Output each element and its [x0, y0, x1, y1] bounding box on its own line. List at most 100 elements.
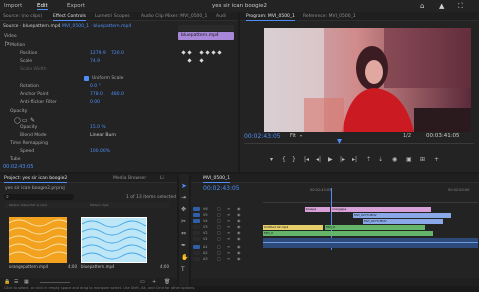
razor-tool-icon[interactable]: ✂: [181, 218, 186, 225]
keyframe-diamond[interactable]: [187, 50, 192, 55]
track-header-a1[interactable]: A1 ▢ ≡ ◉: [191, 244, 261, 250]
track-header-a2[interactable]: A2 ▢ ≡ ◉: [191, 250, 261, 256]
tab-source[interactable]: Source: (no clips): [3, 14, 42, 19]
zoom-slider[interactable]: [40, 282, 70, 283]
new-item-icon[interactable]: +: [152, 279, 156, 285]
clip-mvi0-v2[interactable]: MVI_0: [325, 225, 425, 230]
clip-mvi0273-v4[interactable]: MVI_0273.MOV: [353, 213, 451, 218]
new-bin-icon[interactable]: ▭: [140, 279, 145, 285]
lock-icon[interactable]: ▢: [217, 206, 221, 211]
track-header-a3[interactable]: A3 ▢ ≡ ◉: [191, 256, 261, 262]
notifications-icon[interactable]: ▲: [439, 2, 444, 10]
eye-icon[interactable]: ◉: [237, 212, 241, 217]
clip-bar[interactable]: bluepattern.mp4: [178, 32, 234, 40]
track-select-tool-icon[interactable]: ⇥: [181, 194, 186, 201]
go-to-in-icon[interactable]: |◂: [304, 156, 309, 163]
clip-bluepattern[interactable]: bluepa: [305, 207, 330, 212]
comparison-view-icon[interactable]: ▣: [406, 156, 412, 163]
eye-icon[interactable]: ◉: [237, 218, 241, 223]
ripple-edit-tool-icon[interactable]: ✥: [181, 206, 186, 213]
keyframe-diamond[interactable]: [199, 50, 204, 55]
effect-controls-timecode[interactable]: 00:02:43:05: [3, 164, 34, 170]
sync-icon[interactable]: ≡: [227, 250, 230, 255]
home-icon[interactable]: ⌂: [420, 2, 424, 10]
track-target-icon[interactable]: [193, 257, 200, 261]
eye-icon[interactable]: ◉: [237, 206, 241, 211]
tab-reference[interactable]: Reference: MVI_0500_1: [303, 14, 356, 19]
clip-header[interactable]: Source · bluepattern.mp4: [3, 24, 61, 29]
step-forward-icon[interactable]: |▸: [340, 156, 345, 163]
project-search-input[interactable]: [4, 194, 74, 200]
track-target-icon[interactable]: [193, 251, 200, 255]
opacity-value[interactable]: 15.0 %: [90, 125, 106, 130]
icon-view-icon[interactable]: ▦: [24, 279, 29, 285]
fit-dropdown[interactable]: Fit: [290, 133, 296, 139]
eye-icon[interactable]: ◉: [237, 250, 241, 255]
play-icon[interactable]: ▶: [328, 156, 333, 163]
track-target-icon[interactable]: [193, 207, 200, 211]
track-target-icon[interactable]: [193, 231, 200, 235]
extract-icon[interactable]: ⇣: [378, 156, 383, 163]
marker-icon[interactable]: ▾: [270, 156, 273, 163]
track-header-v5[interactable]: V5 ▢ ≡ ◉: [191, 212, 261, 218]
track-header-v6[interactable]: V6 ▢ ≡ ◉: [191, 206, 261, 212]
position-y-value[interactable]: 720.0: [111, 51, 124, 56]
lock-icon[interactable]: ▢: [217, 236, 221, 241]
program-timecode[interactable]: 00:02:43:05: [244, 133, 281, 140]
mark-out-icon[interactable]: }: [292, 156, 296, 163]
opacity-section-label[interactable]: Opacity: [10, 109, 27, 114]
lock-icon[interactable]: 🔒: [4, 279, 10, 285]
track-target-icon[interactable]: [193, 219, 200, 223]
keyframe-diamond[interactable]: [187, 58, 192, 63]
lock-icon[interactable]: ▢: [217, 212, 221, 217]
add-button-icon[interactable]: +: [434, 156, 439, 163]
type-tool-icon[interactable]: T: [181, 266, 185, 273]
slip-tool-icon[interactable]: ⇔: [181, 230, 186, 237]
keyframe-diamond[interactable]: [199, 58, 204, 63]
mark-in-icon[interactable]: {: [282, 156, 286, 163]
tab-lumetri-scopes[interactable]: Lumetri Scopes: [95, 14, 130, 19]
blend-mode-dropdown[interactable]: Linear Burn: [90, 133, 116, 138]
track-target-icon[interactable]: [193, 237, 200, 241]
mask-ellipse-icon[interactable]: ◯: [14, 117, 21, 124]
fullscreen-icon[interactable]: ⛶: [458, 2, 463, 11]
rotation-value[interactable]: 0.0 °: [90, 84, 101, 89]
fx-icon[interactable]: ƒx: [5, 41, 10, 47]
anchor-y-value[interactable]: 480.0: [111, 92, 124, 97]
pen-icon[interactable]: ✎: [30, 117, 35, 124]
track-target-icon[interactable]: [193, 225, 200, 229]
resolution-dropdown[interactable]: 1/2: [403, 133, 411, 139]
tab-effect-controls[interactable]: Effect Controls: [53, 14, 86, 21]
sequence-header[interactable]: MVI_0500_1 · bluepattern.mp4: [62, 24, 131, 29]
clip-mvi0-v1[interactable]: MVI_0: [263, 231, 433, 236]
chevron-down-icon[interactable]: ▾: [300, 133, 302, 138]
track-target-icon[interactable]: [193, 245, 200, 249]
clip-untitled02[interactable]: Untitled 02.mp4: [263, 225, 323, 230]
go-to-out-icon[interactable]: ▸|: [352, 156, 357, 163]
sync-icon[interactable]: ≡: [227, 230, 230, 235]
eye-icon[interactable]: ◉: [237, 230, 241, 235]
mask-rectangle-icon[interactable]: ▭: [22, 117, 28, 124]
audio-track-area[interactable]: [263, 238, 478, 248]
tab-project[interactable]: Project: yes sir ican boogie2: [4, 176, 68, 183]
clip-mvi0273-v3[interactable]: MVI_0273.MOV: [363, 219, 443, 224]
keyframe-diamond[interactable]: [181, 50, 186, 55]
sync-icon[interactable]: ≡: [227, 236, 230, 241]
track-header-v3[interactable]: V3 ▢ ≡ ◉: [191, 224, 261, 230]
keyframe-diamond[interactable]: [211, 50, 216, 55]
lock-icon[interactable]: ▢: [217, 224, 221, 229]
keyframe-diamond[interactable]: [205, 50, 210, 55]
thumbnail-blue[interactable]: [81, 217, 147, 263]
program-video-frame[interactable]: [264, 28, 471, 132]
hand-tool-icon[interactable]: ✋: [181, 254, 188, 261]
position-x-value[interactable]: 1279.9: [90, 51, 106, 56]
lock-icon[interactable]: ▢: [217, 256, 221, 261]
list-view-icon[interactable]: ☰: [14, 279, 18, 285]
scale-value[interactable]: 74.9: [90, 59, 100, 64]
tab-audio[interactable]: Audi: [216, 14, 226, 19]
lock-icon[interactable]: ▢: [217, 250, 221, 255]
keyframe-diamond[interactable]: [217, 50, 222, 55]
program-scrub-bar[interactable]: [244, 143, 474, 144]
timeline-ruler[interactable]: 00:02:43:05 00:02:50:00: [263, 188, 478, 194]
time-remapping-label[interactable]: Time Remapping: [10, 141, 48, 146]
